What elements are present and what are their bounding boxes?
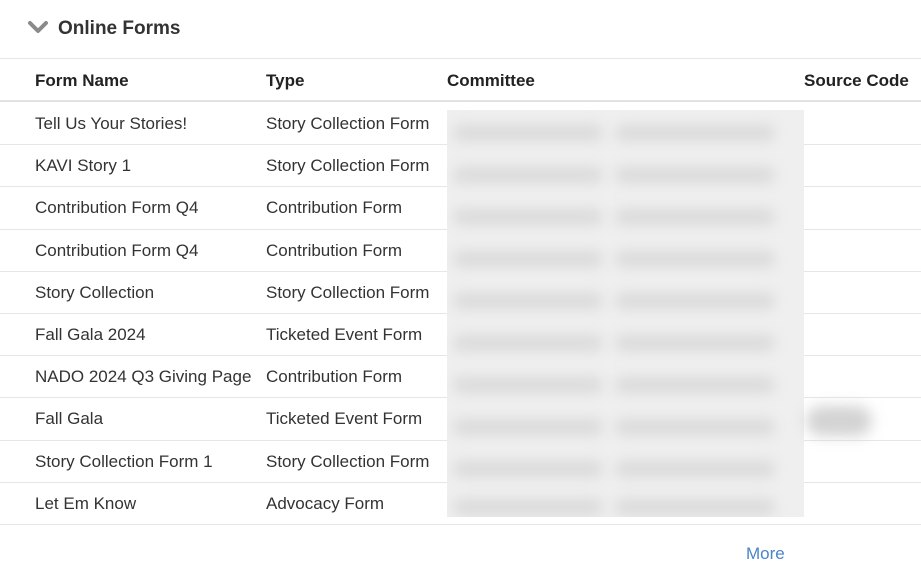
form-type-cell: Advocacy Form	[266, 493, 385, 513]
column-header-type[interactable]: Type	[266, 71, 304, 91]
chevron-down-icon[interactable]	[27, 19, 49, 37]
section-header: Online Forms	[0, 0, 921, 59]
committee-column-redacted	[447, 110, 804, 517]
table-header: Form Name Type Committee Source Code	[0, 60, 921, 102]
form-name-cell[interactable]: Story Collection Form 1	[35, 452, 213, 472]
section-title: Online Forms	[58, 18, 181, 39]
column-header-committee[interactable]: Committee	[447, 71, 535, 91]
column-header-source-code[interactable]: Source Code	[804, 71, 909, 91]
form-name-cell[interactable]: KAVI Story 1	[35, 156, 131, 176]
form-name-cell[interactable]: Fall Gala 2024	[35, 325, 146, 345]
form-name-cell[interactable]: Tell Us Your Stories!	[35, 114, 187, 134]
form-type-cell: Story Collection Form	[266, 114, 430, 133]
form-type-cell: Story Collection Form	[266, 451, 430, 471]
form-name-cell[interactable]: NADO 2024 Q3 Giving Page	[35, 367, 251, 387]
source-code-redacted	[806, 406, 872, 436]
form-type-cell: Ticketed Event Form	[266, 409, 423, 429]
form-name-cell[interactable]: Fall Gala	[35, 409, 103, 429]
more-link[interactable]: More	[746, 544, 785, 564]
form-type-cell: Contribution Form	[266, 240, 403, 260]
column-header-form-name[interactable]: Form Name	[35, 71, 129, 91]
form-type-cell: Story Collection Form	[266, 282, 430, 302]
form-name-cell[interactable]: Story Collection	[35, 283, 154, 303]
form-type-cell: Story Collection Form	[266, 156, 430, 176]
form-type-cell: Contribution Form	[266, 198, 403, 218]
form-name-cell[interactable]: Let Em Know	[35, 494, 136, 514]
form-type-cell: Contribution Form	[266, 367, 403, 387]
form-type-cell: Ticketed Event Form	[266, 324, 423, 344]
form-name-cell[interactable]: Contribution Form Q4	[35, 241, 198, 261]
form-name-cell[interactable]: Contribution Form Q4	[35, 198, 198, 218]
